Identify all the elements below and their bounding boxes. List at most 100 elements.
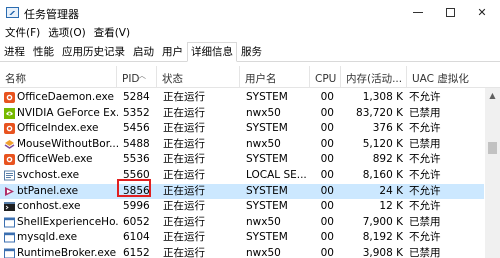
cell-status: 正在运行 <box>163 106 205 119</box>
cell-uac: 已禁用 <box>409 247 441 258</box>
scroll-thumb[interactable] <box>488 142 497 154</box>
cell-memory: 3,908 K <box>362 247 403 258</box>
cell-user: SYSTEM <box>246 200 288 213</box>
cell-cpu: 00 <box>320 137 334 150</box>
cell-memory: 7,900 K <box>362 215 403 228</box>
cell-status: 正在运行 <box>163 184 205 197</box>
cell-name: RuntimeBroker.exe <box>17 247 117 258</box>
cell-pid: 6104 <box>123 231 150 244</box>
cell-uac: 不允许 <box>409 91 441 103</box>
table-row[interactable]: conhost.exe 5996 正在运行 SYSTEM 00 12 K 不允许 <box>0 199 484 215</box>
cell-pid: 5536 <box>123 153 150 166</box>
cell-name: btPanel.exe <box>17 184 79 197</box>
table-row[interactable]: MouseWithoutBor... 5488 正在运行 nwx50 00 5,120 K… <box>0 137 484 153</box>
cell-memory: 376 K <box>372 122 403 135</box>
cell-uac: 不允许 <box>409 231 441 244</box>
cell-pid: 5856 <box>123 184 150 197</box>
cell-user: SYSTEM <box>246 231 288 244</box>
cell-cpu: 00 <box>320 184 334 197</box>
table-row[interactable]: btPanel.exe 5856 正在运行 SYSTEM 00 24 K 不允许 <box>0 183 484 200</box>
maximize-button[interactable] <box>434 0 466 25</box>
cell-name: OfficeWeb.exe <box>17 153 93 166</box>
menu-view[interactable]: 查看(V) <box>90 25 134 42</box>
cell-memory: 892 K <box>372 153 403 166</box>
cell-memory: 1,308 K <box>362 91 403 103</box>
table-header: 名称 PID 状态 用户名 CPU 内存(活动... UAC 虚拟化 <box>0 66 500 88</box>
tab-users[interactable]: 用户 <box>158 43 187 61</box>
table-row[interactable]: ShellExperienceHo... 6052 正在运行 nwx50 00 7,900… <box>0 215 484 231</box>
tab-bar: 进程 性能 应用历史记录 启动 用户 详细信息 服务 <box>0 42 500 62</box>
column-header-user[interactable]: 用户名 <box>240 66 310 88</box>
cell-cpu: 00 <box>320 153 334 166</box>
cell-user: SYSTEM <box>246 91 288 103</box>
tab-services[interactable]: 服务 <box>237 43 266 61</box>
cell-pid: 5352 <box>123 106 150 119</box>
cell-uac: 不允许 <box>409 184 441 197</box>
cell-user: SYSTEM <box>246 153 288 166</box>
close-button[interactable]: ✕ <box>466 0 498 25</box>
sort-ascending-icon: ︿ <box>138 71 146 80</box>
cell-user: LOCAL SE... <box>246 169 307 181</box>
cell-user: nwx50 <box>246 106 281 119</box>
column-header-memory[interactable]: 内存(活动... <box>341 66 407 88</box>
column-header-name[interactable]: 名称 <box>0 66 117 88</box>
column-header-cpu[interactable]: CPU <box>310 66 341 88</box>
cell-status: 正在运行 <box>163 137 205 150</box>
office-icon <box>4 92 15 103</box>
mouse-icon <box>4 139 15 150</box>
cell-name: svchost.exe <box>17 169 80 181</box>
cell-memory: 83,720 K <box>356 106 403 119</box>
column-header-pid[interactable]: PID <box>117 66 157 88</box>
cell-memory: 5,120 K <box>362 137 403 150</box>
cell-cpu: 00 <box>320 169 334 181</box>
column-header-status[interactable]: 状态 <box>157 66 240 88</box>
cell-cpu: 00 <box>320 122 334 135</box>
cell-pid: 6152 <box>123 247 150 258</box>
menu-options[interactable]: 选项(O) <box>44 25 89 42</box>
cell-pid: 5488 <box>123 137 150 150</box>
table-row[interactable]: OfficeWeb.exe 5536 正在运行 SYSTEM 00 892 K 不允许 <box>0 152 484 168</box>
tab-details[interactable]: 详细信息 <box>187 42 237 62</box>
console-icon <box>4 201 15 212</box>
table-row[interactable]: OfficeIndex.exe 5456 正在运行 SYSTEM 00 376 K 不允许 <box>0 121 484 137</box>
cell-user: nwx50 <box>246 137 281 150</box>
cell-name: conhost.exe <box>17 200 81 213</box>
scroll-up-icon[interactable]: ▲ <box>485 88 500 102</box>
minimize-button[interactable] <box>402 0 434 25</box>
cell-cpu: 00 <box>320 215 334 228</box>
tab-app-history[interactable]: 应用历史记录 <box>58 43 129 61</box>
menu-file[interactable]: 文件(F) <box>0 25 44 42</box>
table-row[interactable]: OfficeDaemon.exe 5284 正在运行 SYSTEM 00 1,308 K 不… <box>0 90 484 106</box>
window-icon <box>4 248 15 258</box>
tab-startup[interactable]: 启动 <box>129 43 158 61</box>
cell-status: 正在运行 <box>163 153 205 166</box>
cell-user: SYSTEM <box>246 184 288 197</box>
cell-pid: 5456 <box>123 122 150 135</box>
table-row[interactable]: mysqld.exe 6104 正在运行 SYSTEM 00 8,192 K 不允许 <box>0 230 484 246</box>
table-row[interactable]: svchost.exe 5560 正在运行 LOCAL SE... 00 8,160 K 不… <box>0 168 484 184</box>
cell-name: mysqld.exe <box>17 231 78 244</box>
cell-uac: 不允许 <box>409 200 441 213</box>
cell-user: nwx50 <box>246 247 281 258</box>
cell-pid: 5996 <box>123 200 150 213</box>
nvidia-icon <box>4 107 15 119</box>
tab-processes[interactable]: 进程 <box>0 43 29 61</box>
cell-cpu: 00 <box>320 200 334 213</box>
cell-user: nwx50 <box>246 215 281 228</box>
cell-pid: 6052 <box>123 215 150 228</box>
tab-performance[interactable]: 性能 <box>29 43 58 61</box>
column-header-uac[interactable]: UAC 虚拟化 <box>407 66 500 88</box>
menu-bar: 文件(F) 选项(O) 查看(V) <box>0 25 500 42</box>
table-row[interactable]: RuntimeBroker.exe 6152 正在运行 nwx50 00 3,908 K 已… <box>0 246 484 258</box>
cell-cpu: 00 <box>320 231 334 244</box>
table-row[interactable]: NVIDIA GeForce Ex... 5352 正在运行 nwx50 00 83,72… <box>0 106 484 122</box>
cell-name: NVIDIA GeForce Ex... <box>17 106 118 119</box>
office-icon <box>4 123 15 135</box>
cell-name: ShellExperienceHo... <box>17 215 118 228</box>
cell-name: MouseWithoutBor... <box>17 137 118 150</box>
cell-memory: 12 K <box>379 200 403 213</box>
vertical-scrollbar[interactable]: ▲ <box>485 88 500 258</box>
cell-memory: 8,192 K <box>362 231 403 244</box>
window-icon <box>4 217 15 228</box>
office-icon <box>4 154 15 166</box>
